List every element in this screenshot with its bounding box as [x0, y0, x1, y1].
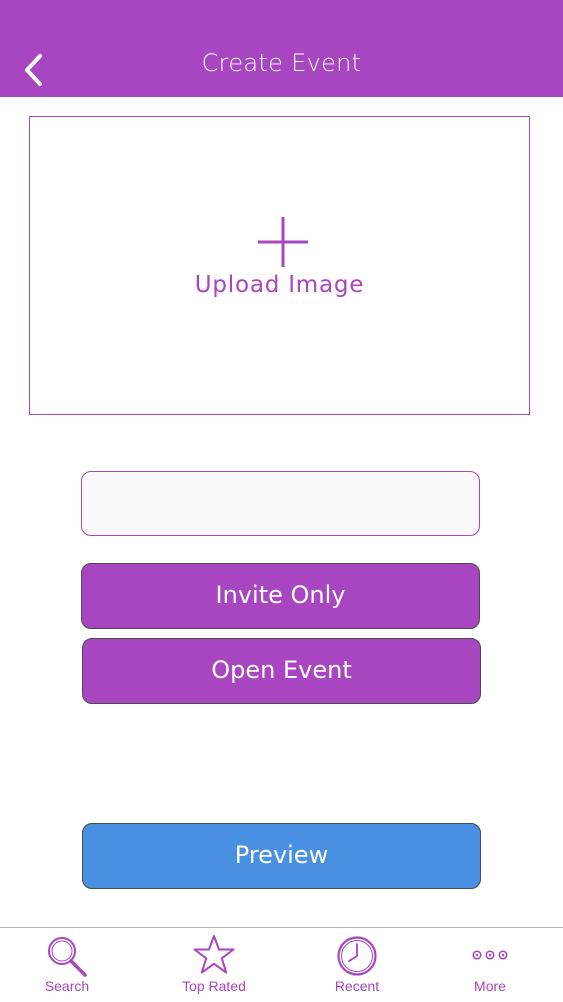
upload-image-label: Upload Image: [194, 272, 365, 298]
event-name-input[interactable]: [81, 471, 480, 536]
upload-image-area[interactable]: Upload Image: [29, 116, 530, 415]
search-icon: [48, 937, 87, 977]
tab-top-rated-label: Top Rated: [182, 978, 246, 994]
clock-icon: [337, 936, 377, 976]
plus-icon: [258, 217, 308, 267]
tab-search[interactable]: Search: [18, 928, 116, 1002]
star-icon: [193, 935, 235, 974]
nav-bar: Create Event: [0, 0, 563, 97]
tab-recent[interactable]: Recent: [307, 928, 407, 1002]
tab-bar: Search Top Rated Recent More: [0, 927, 563, 1002]
tab-more-label: More: [474, 978, 506, 994]
tab-top-rated[interactable]: Top Rated: [164, 928, 264, 1002]
invite-only-button[interactable]: Invite Only: [81, 563, 480, 629]
tab-recent-label: Recent: [334, 978, 380, 994]
page-title: Create Event: [201, 49, 362, 77]
tab-more[interactable]: More: [440, 928, 540, 1002]
open-event-button[interactable]: Open Event: [82, 638, 481, 704]
tab-search-label: Search: [44, 978, 90, 994]
more-icon: [472, 950, 508, 960]
preview-button[interactable]: Preview: [82, 823, 481, 889]
